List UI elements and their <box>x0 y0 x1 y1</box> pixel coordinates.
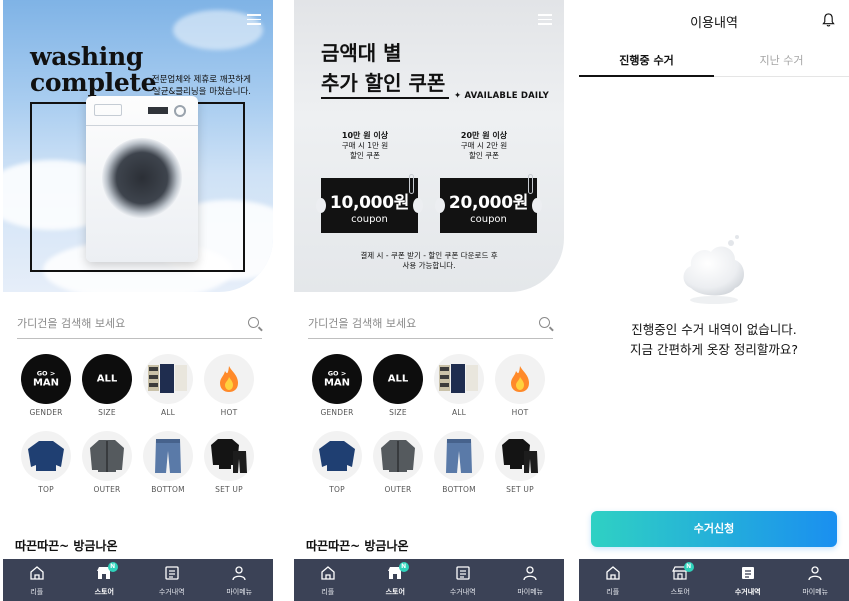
nav-item-store[interactable]: N 스토어 <box>647 559 715 601</box>
bottom-nav: 리플 N 스토어 수거내역 마이메뉴 <box>3 559 273 601</box>
washing-banner[interactable]: washing complete 전문업체와 제휴로 깨끗하게 살균&클리닝을 … <box>3 0 273 292</box>
menu-icon[interactable] <box>538 14 552 25</box>
category-all[interactable]: ALL <box>430 354 488 417</box>
user-icon <box>232 566 246 581</box>
user-icon <box>808 566 822 581</box>
active-tab-indicator <box>579 75 714 77</box>
list-icon <box>741 567 754 579</box>
pickup-history-screen: 이용내역 진행중 수거 지난 수거 진행중인 수거 내역이 없습니다. 지금 간… <box>579 0 849 601</box>
coupon-10000[interactable]: 10,000원 coupon <box>316 174 423 233</box>
available-daily-label: ✦ AVAILABLE DAILY <box>454 91 549 101</box>
tab-past[interactable]: 지난 수거 <box>714 52 849 68</box>
nav-item-pickup-history[interactable]: 수거내역 <box>714 559 782 601</box>
category-all[interactable]: ALL <box>139 354 197 417</box>
nav-item-store[interactable]: N 스토어 <box>71 559 139 601</box>
paperclip-icon <box>528 174 533 194</box>
menu-icon[interactable] <box>247 14 261 25</box>
bottom-nav: 리플 N 스토어 수거내역 마이메뉴 <box>579 559 849 601</box>
category-size[interactable]: ALL SIZE <box>369 354 427 417</box>
home-icon <box>606 566 620 580</box>
coupon-condition-2: 20만 원 이상 구매 시 2만 원 할인 쿠폰 <box>460 131 508 160</box>
clothes-set-icon <box>148 364 187 393</box>
fire-icon <box>220 366 238 392</box>
nav-item-my-menu[interactable]: 마이메뉴 <box>206 559 274 601</box>
empty-message: 진행중인 수거 내역이 없습니다. 지금 간편하게 옷장 정리할까요? <box>629 322 799 357</box>
category-setup[interactable]: SET UP <box>200 431 258 494</box>
nav-item-pickup-history[interactable]: 수거내역 <box>429 559 497 601</box>
cloud-blob-icon <box>683 235 744 304</box>
search-input[interactable]: 가디건을 검색해 보세요 <box>17 315 125 331</box>
nav-item-my-menu[interactable]: 마이메뉴 <box>782 559 849 601</box>
user-icon <box>523 566 537 581</box>
section-title: 따끈따끈~ 방금나온 <box>15 539 118 553</box>
category-bottom[interactable]: BOTTOM <box>430 431 488 494</box>
jacket-icon <box>381 440 415 472</box>
category-bottom[interactable]: BOTTOM <box>139 431 197 494</box>
nav-item-store[interactable]: N 스토어 <box>362 559 430 601</box>
category-gender[interactable]: GO > MAN GENDER <box>308 354 366 417</box>
new-badge: N <box>398 562 409 572</box>
category-gender[interactable]: GO > MAN GENDER <box>17 354 75 417</box>
category-top[interactable]: TOP <box>17 431 75 494</box>
washing-machine-image <box>86 96 198 262</box>
request-pickup-button[interactable]: 수거신청 <box>591 511 837 547</box>
page-title: 이용내역 <box>690 16 738 31</box>
list-icon <box>456 566 470 580</box>
nav-item-riple[interactable]: 리플 <box>579 559 647 601</box>
category-top[interactable]: TOP <box>308 431 366 494</box>
jeans-icon <box>446 439 472 473</box>
search-input[interactable]: 가디건을 검색해 보세요 <box>308 315 416 331</box>
category-hot[interactable]: HOT <box>200 354 258 417</box>
nav-item-pickup-history[interactable]: 수거내역 <box>138 559 206 601</box>
search-icon[interactable] <box>248 317 259 328</box>
nav-item-riple[interactable]: 리플 <box>294 559 362 601</box>
coupon-condition-1: 10만 원 이상 구매 시 1만 원 할인 쿠폰 <box>341 131 389 160</box>
search-icon[interactable] <box>539 317 550 328</box>
search-bar[interactable]: 가디건을 검색해 보세요 <box>17 311 262 339</box>
home-screen-washing: washing complete 전문업체와 제휴로 깨끗하게 살균&클리닝을 … <box>3 0 273 601</box>
suit-icon <box>502 439 538 473</box>
banner-title: 금액대 별 추가 할인 쿠폰 <box>321 41 446 95</box>
coupon-banner[interactable]: 금액대 별 추가 할인 쿠폰 ✦ AVAILABLE DAILY 10만 원 이… <box>294 0 564 292</box>
home-icon <box>321 566 335 580</box>
paperclip-icon <box>409 174 414 194</box>
home-icon <box>30 566 44 580</box>
new-badge: N <box>683 562 694 572</box>
sweater-icon <box>28 441 64 471</box>
nav-item-riple[interactable]: 리플 <box>3 559 71 601</box>
bell-icon[interactable] <box>822 13 835 27</box>
category-hot[interactable]: HOT <box>491 354 549 417</box>
fire-icon <box>511 366 529 392</box>
search-bar[interactable]: 가디건을 검색해 보세요 <box>308 311 553 339</box>
jeans-icon <box>155 439 181 473</box>
category-outer[interactable]: OUTER <box>78 431 136 494</box>
banner-subtitle: 전문업체와 제휴로 깨끗하게 살균&클리닝을 마쳤습니다. <box>151 75 251 97</box>
banner-title: washing complete <box>30 42 157 97</box>
title-underline <box>321 97 449 99</box>
tab-in-progress[interactable]: 진행중 수거 <box>579 52 714 68</box>
section-title: 따끈따끈~ 방금나온 <box>306 539 409 553</box>
category-setup[interactable]: SET UP <box>491 431 549 494</box>
suit-icon <box>211 439 247 473</box>
sweater-icon <box>319 441 355 471</box>
history-tabs: 진행중 수거 지난 수거 <box>579 44 849 77</box>
nav-item-my-menu[interactable]: 마이메뉴 <box>497 559 565 601</box>
category-size[interactable]: ALL SIZE <box>78 354 136 417</box>
category-outer[interactable]: OUTER <box>369 431 427 494</box>
coupon-20000[interactable]: 20,000원 coupon <box>435 174 542 233</box>
new-badge: N <box>107 562 118 572</box>
header: 이용내역 <box>579 0 849 38</box>
list-icon <box>165 566 179 580</box>
coupon-note: 결제 시 - 쿠폰 받기 - 할인 쿠폰 다운로드 후 사용 가능합니다. <box>360 251 498 270</box>
bottom-nav: 리플 N 스토어 수거내역 마이메뉴 <box>294 559 564 601</box>
home-screen-coupon: 금액대 별 추가 할인 쿠폰 ✦ AVAILABLE DAILY 10만 원 이… <box>294 0 564 601</box>
clothes-set-icon <box>439 364 478 393</box>
jacket-icon <box>90 440 124 472</box>
